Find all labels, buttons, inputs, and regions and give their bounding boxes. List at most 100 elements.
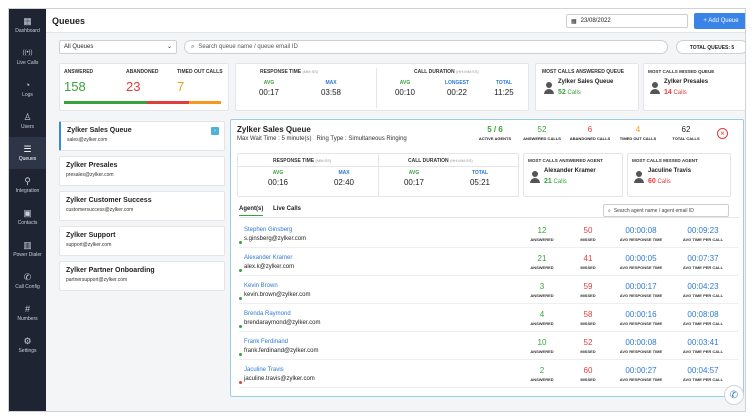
sidebar-item-integration[interactable]: ⚲ Integration — [9, 169, 46, 201]
sidebar-item-contacts[interactable]: ▣ Contacts — [9, 201, 46, 233]
queue-detail-meta: Max Wait Time : 5 minute(s) Ring Type : … — [237, 136, 407, 142]
queue-filter-select[interactable]: All Queues ⌄ — [59, 40, 177, 54]
calendar-icon: ▦ — [571, 18, 577, 25]
most-missed-agent-count: 60 Calls — [648, 178, 671, 185]
phone-widget-icon[interactable]: ✆ — [724, 385, 744, 405]
table-row[interactable]: Brenda Raymond brendaraymond@zylker.com … — [239, 306, 739, 332]
sidebar-item-label: Power Dialer — [13, 252, 42, 258]
cd-total-label: TOTAL — [471, 170, 489, 176]
logs-icon: ◔ — [24, 80, 31, 90]
top-bar: Queues ▦ 23/08/2022 + Add Queue — [46, 9, 745, 33]
queue-list-item[interactable]: Zylker Partner Onboarding partnersupport… — [59, 261, 225, 291]
queue-list-item[interactable]: Zylker Support support@zylker.com — [59, 226, 225, 256]
numbers-icon: # — [24, 304, 30, 314]
avg-time-value: 00:09:23 — [687, 226, 719, 235]
cd-avg-label: AVG — [399, 80, 411, 86]
sidebar-item-users[interactable]: ♙ Users — [9, 105, 46, 137]
queue-list-item[interactable]: Zylker Sales Queue sales@zylker.com › — [59, 121, 225, 151]
contacts-icon: ▣ — [23, 208, 32, 218]
filter-bar: All Queues ⌄ ⌕ Search queue name / queue… — [46, 38, 745, 56]
add-queue-button[interactable]: + Add Queue — [694, 13, 745, 29]
queue-search-input[interactable]: ⌕ Search queue name / queue email ID — [184, 40, 668, 54]
sidebar-item-label: Integration — [15, 188, 40, 194]
queue-list-item[interactable]: Zylker Presales presales@zylker.com — [59, 156, 225, 186]
sidebar-item-queues[interactable]: ☰ Queues — [9, 137, 46, 169]
queue-timing-card: RESPONSE TIME (mm:ss) CALL DURATION (hh:… — [237, 153, 519, 197]
queue-filter-value: All Queues — [64, 44, 94, 50]
answered-bar-segment — [64, 101, 148, 104]
search-icon: ⌕ — [608, 207, 611, 214]
answered-calls-value: 52 — [537, 125, 547, 134]
tab-agents[interactable]: Agent(s) — [239, 206, 264, 216]
table-row[interactable]: Jaculine Travis jaculine.travis@zylker.c… — [239, 362, 739, 388]
avg-time-value: 00:08:08 — [687, 310, 719, 319]
avg-response-label: AVG RESPONSE TIME — [619, 349, 663, 354]
date-picker[interactable]: ▦ 23/08/2022 — [566, 14, 688, 28]
missed-value: 41 — [583, 254, 593, 263]
cd-longest-value: 00:22 — [446, 88, 468, 97]
agent-name[interactable]: Stephen Ginsberg — [244, 227, 292, 233]
missed-label: MISSED — [580, 349, 596, 354]
total-queues-badge: TOTAL QUEUES: 5 — [676, 40, 745, 54]
queue-search-placeholder: Search queue name / queue email ID — [198, 44, 298, 50]
tab-live-calls[interactable]: Live Calls — [273, 206, 301, 212]
agent-name[interactable]: Alexander Kramer — [244, 255, 292, 261]
timed-out-label: TIMED OUT CALLS — [177, 69, 223, 75]
avg-response-value: 00:00:08 — [625, 226, 657, 235]
answered-label: ANSWERED — [530, 293, 554, 298]
answered-value: 12 — [537, 226, 547, 235]
call-duration-label: CALL DURATION (hh:mm:ss) — [414, 69, 479, 75]
table-row[interactable]: Alexander Kramer alex.k@zylker.com 21 ANS… — [239, 250, 739, 276]
timed-out-value: 7 — [177, 79, 185, 94]
table-row[interactable]: Kevin Brown kevin.brown@zylker.com 3 ANSW… — [239, 278, 739, 304]
active-agents-stat: 5 / 6 ACTIVE AGENTS — [475, 125, 515, 141]
answered-label: ANSWERED — [64, 69, 94, 75]
agent-name[interactable]: Frank Ferdinand — [244, 339, 288, 345]
agent-name[interactable]: Kevin Brown — [244, 283, 278, 289]
avg-response-value: 00:00:27 — [625, 366, 657, 375]
sidebar-item-logs[interactable]: ◔ Logs — [9, 73, 46, 105]
most-answered-agent-count: 21 Calls — [544, 178, 567, 185]
missed-label: MISSED — [580, 293, 596, 298]
total-calls-value: 62 — [681, 125, 691, 134]
dashboard-icon: ▦ — [23, 16, 32, 26]
sidebar-item-call-config[interactable]: ✆ Call Config — [9, 265, 46, 297]
search-icon: ⌕ — [191, 43, 195, 50]
agent-search-input[interactable]: ⌕ Search agent name / agent email ID — [603, 204, 729, 217]
answered-value: 2 — [539, 366, 545, 375]
settings-icon: ⚙ — [23, 336, 32, 346]
agent-name[interactable]: Jaculine Travis — [244, 367, 284, 373]
app-window: ▦ Dashboard ((•)) Live Calls ◔ Logs ♙ Users … — [8, 8, 746, 412]
sidebar: ▦ Dashboard ((•)) Live Calls ◔ Logs ♙ Users … — [9, 9, 46, 411]
divider — [378, 154, 379, 196]
rt-avg-label: AVG — [272, 170, 284, 176]
most-answered-queue-count: 52 Calls — [558, 89, 581, 96]
sidebar-item-dashboard[interactable]: ▦ Dashboard — [9, 9, 46, 41]
queue-name: Zylker Partner Onboarding — [66, 267, 155, 274]
missed-label: MISSED — [580, 377, 596, 382]
most-missed-agent-label: MOST CALLS MISSED AGENT — [632, 158, 698, 163]
table-row[interactable]: Stephen Ginsberg s.ginsberg@zylker.com 1… — [239, 222, 739, 248]
abandoned-calls-label: ABANDONED CALLS — [569, 136, 611, 141]
status-dot — [239, 269, 242, 272]
agent-name[interactable]: Brenda Raymond — [244, 311, 291, 317]
most-missed-queue-card: MOST CALLS MISSED QUEUE Zylker Presales … — [643, 63, 745, 111]
date-value: 23/08/2022 — [580, 18, 611, 24]
response-time-label: RESPONSE TIME (mm:ss) — [260, 69, 319, 75]
queue-list-item[interactable]: Zylker Customer Success customersuccess@… — [59, 191, 225, 221]
users-icon: ♙ — [23, 112, 32, 122]
cd-total-value: 11:25 — [494, 88, 514, 97]
answered-value: 158 — [64, 79, 86, 94]
sidebar-item-numbers[interactable]: # Numbers — [9, 297, 46, 329]
active-agents-label: ACTIVE AGENTS — [478, 136, 512, 141]
sidebar-item-label: Call Config — [15, 284, 40, 290]
sidebar-item-label: Dashboard — [15, 28, 40, 34]
sidebar-item-label: Users — [20, 124, 35, 130]
queue-detail-panel: Zylker Sales Queue Max Wait Time : 5 min… — [230, 119, 744, 397]
sidebar-item-settings[interactable]: ⚙ Settings — [9, 329, 46, 361]
sidebar-item-live-calls[interactable]: ((•)) Live Calls — [9, 41, 46, 73]
agent-email: s.ginsberg@zylker.com — [244, 236, 307, 242]
sidebar-item-power-dialer[interactable]: ▥ Power Dialer — [9, 233, 46, 265]
close-icon[interactable]: × — [717, 128, 728, 139]
table-row[interactable]: Frank Ferdinand frank.ferdinand@zylker.c… — [239, 334, 739, 360]
